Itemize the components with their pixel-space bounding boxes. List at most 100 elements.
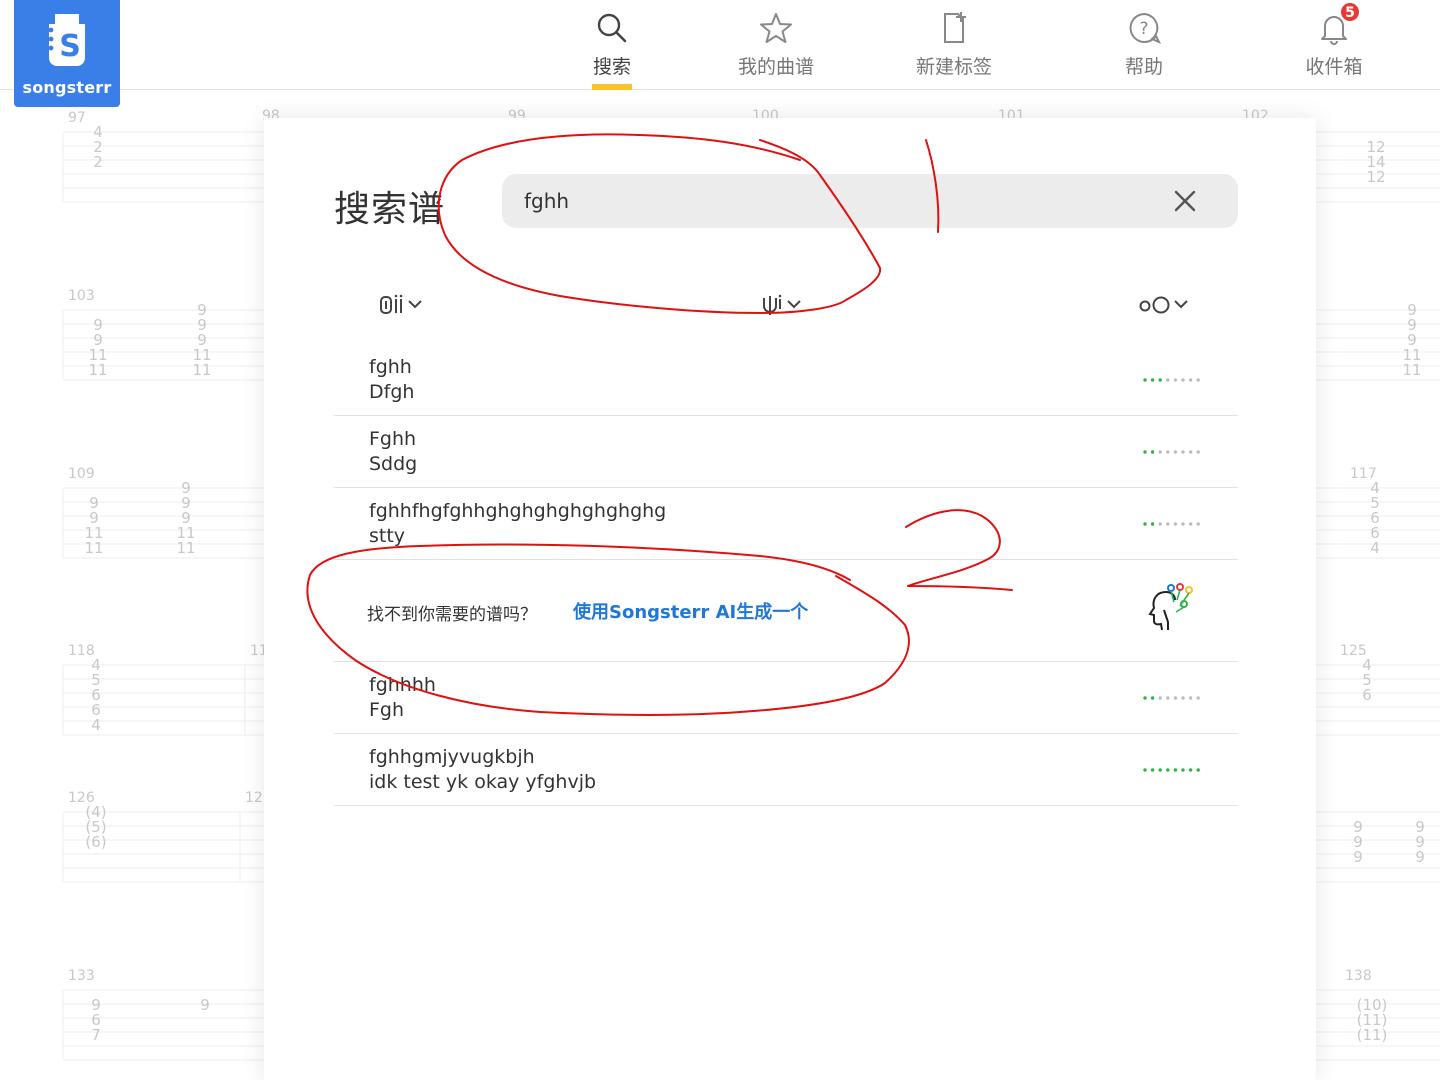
difficulty-dot	[1181, 696, 1185, 700]
svg-text:2: 2	[93, 153, 103, 171]
svg-text:?: ?	[1139, 19, 1148, 39]
difficulty-dot	[1150, 522, 1155, 526]
svg-text:11: 11	[192, 361, 211, 379]
nav-new-tab[interactable]: 新建标签	[889, 0, 1019, 90]
song-title: fghhfhgfghhghghghghghghghg	[369, 500, 667, 522]
song-artist: Fgh	[369, 699, 405, 721]
difficulty-dot	[1196, 522, 1200, 526]
difficulty-filter[interactable]	[1138, 290, 1198, 320]
difficulty-dot	[1173, 768, 1178, 772]
difficulty-dot	[1150, 768, 1155, 772]
top-navigation: 搜索 我的曲谱 新建标签 ? 帮助 5 收件箱	[0, 0, 1440, 90]
search-panel: 搜索谱 fghh fghh Dfgh Fghh Sddg fghhfhgfghh…	[264, 118, 1316, 1080]
logo-text: songsterr	[22, 78, 112, 97]
difficulty-dot	[1196, 768, 1200, 772]
songsterr-logo[interactable]: S songsterr	[14, 0, 120, 107]
search-title: 搜索谱	[334, 189, 446, 230]
tuning-fork-icon	[763, 294, 801, 315]
bar-number: 103	[68, 288, 95, 304]
difficulty-dot	[1158, 696, 1162, 700]
nav-my-tabs-label: 我的曲谱	[737, 56, 814, 78]
difficulty-dot	[1181, 378, 1185, 382]
search-results: fghh Dfgh Fghh Sddg fghhfhgfghhghghghghg…	[334, 344, 1238, 806]
search-icon	[597, 13, 627, 43]
difficulty-indicator	[1143, 522, 1200, 526]
clear-search-icon[interactable]	[1172, 188, 1198, 214]
ai-head-icon	[1148, 583, 1193, 631]
difficulty-dot	[1181, 768, 1185, 772]
help-icon: ?	[1129, 12, 1162, 44]
difficulty-dot	[1143, 768, 1147, 772]
svg-text:9: 9	[1415, 848, 1425, 866]
tuning-filter[interactable]	[760, 290, 810, 320]
svg-text:S: S	[59, 29, 81, 64]
difficulty-dot	[1173, 522, 1178, 526]
nav-search[interactable]: 搜索	[547, 0, 677, 90]
difficulty-dot	[1143, 522, 1147, 526]
svg-text:(6): (6)	[85, 833, 106, 851]
difficulty-dot	[1166, 696, 1170, 700]
svg-text:9: 9	[200, 996, 210, 1014]
bar-number: 133	[68, 968, 95, 984]
guitar-filter-icon	[380, 294, 422, 314]
difficulty-dot	[1166, 768, 1170, 772]
song-artist: idk test yk okay yfghvjb	[369, 771, 597, 793]
result-row[interactable]: fghhhh Fgh	[334, 662, 1238, 734]
svg-text:11: 11	[1402, 361, 1421, 379]
active-tab-indicator	[592, 84, 632, 90]
ai-generate-link[interactable]: 使用Songsterr AI生成一个	[573, 598, 808, 624]
difficulty-indicator	[1143, 768, 1200, 772]
svg-text:11: 11	[176, 539, 195, 557]
result-row[interactable]: fghhgmjyvugkbjh idk test yk okay yfghvjb	[334, 734, 1238, 806]
song-artist: Dfgh	[369, 381, 415, 403]
difficulty-indicator	[1143, 696, 1200, 700]
songsterr-logo-icon: S	[48, 14, 85, 66]
difficulty-filter-icon	[1139, 296, 1188, 314]
difficulty-dot	[1150, 378, 1155, 382]
star-icon	[760, 13, 792, 43]
inbox-badge: 5	[1340, 2, 1360, 22]
difficulty-dot	[1188, 696, 1193, 700]
result-row[interactable]: fghh Dfgh	[334, 344, 1238, 416]
instrument-filter[interactable]	[378, 290, 432, 320]
difficulty-dot	[1158, 450, 1162, 454]
result-row[interactable]: fghhfhgfghhghghghghghghghg stty	[334, 488, 1238, 560]
bar-number: 12	[245, 790, 263, 806]
song-title: fghhgmjyvugkbjh	[369, 746, 535, 768]
difficulty-dot	[1196, 696, 1200, 700]
difficulty-dot	[1173, 378, 1178, 382]
search-input[interactable]	[524, 187, 1124, 215]
new-tab-icon	[944, 12, 966, 43]
difficulty-dot	[1166, 522, 1170, 526]
song-artist: stty	[369, 525, 406, 547]
nav-inbox-label: 收件箱	[1305, 56, 1363, 78]
difficulty-dot	[1188, 378, 1193, 382]
difficulty-dot	[1196, 378, 1200, 382]
nav-new-tab-label: 新建标签	[915, 56, 992, 78]
difficulty-dot	[1188, 768, 1193, 772]
difficulty-dot	[1150, 696, 1155, 700]
difficulty-dot	[1173, 696, 1178, 700]
nav-my-tabs[interactable]: 我的曲谱	[711, 0, 841, 90]
svg-text:12: 12	[1366, 168, 1385, 186]
difficulty-dot	[1166, 378, 1170, 382]
nav-inbox[interactable]: 5 收件箱	[1269, 0, 1399, 90]
ai-prompt-question: 找不到你需要的谱吗？	[367, 605, 537, 625]
difficulty-dot	[1188, 450, 1193, 454]
result-row[interactable]: Fghh Sddg	[334, 416, 1238, 488]
nav-help[interactable]: ? 帮助	[1079, 0, 1209, 90]
difficulty-indicator	[1143, 378, 1200, 382]
difficulty-dot	[1166, 450, 1170, 454]
bar-number: 97	[68, 110, 86, 126]
difficulty-dot	[1181, 522, 1185, 526]
difficulty-dot	[1158, 768, 1162, 772]
difficulty-dot	[1143, 450, 1147, 454]
svg-text:7: 7	[91, 1026, 101, 1044]
svg-text:(11): (11)	[1357, 1026, 1388, 1044]
ai-generate-prompt: 找不到你需要的谱吗？ 使用Songsterr AI生成一个	[334, 560, 1238, 662]
svg-text:4: 4	[1370, 539, 1380, 557]
search-box[interactable]	[502, 174, 1238, 228]
difficulty-dot	[1196, 450, 1200, 454]
difficulty-dot	[1173, 450, 1178, 454]
svg-text:11: 11	[84, 539, 103, 557]
